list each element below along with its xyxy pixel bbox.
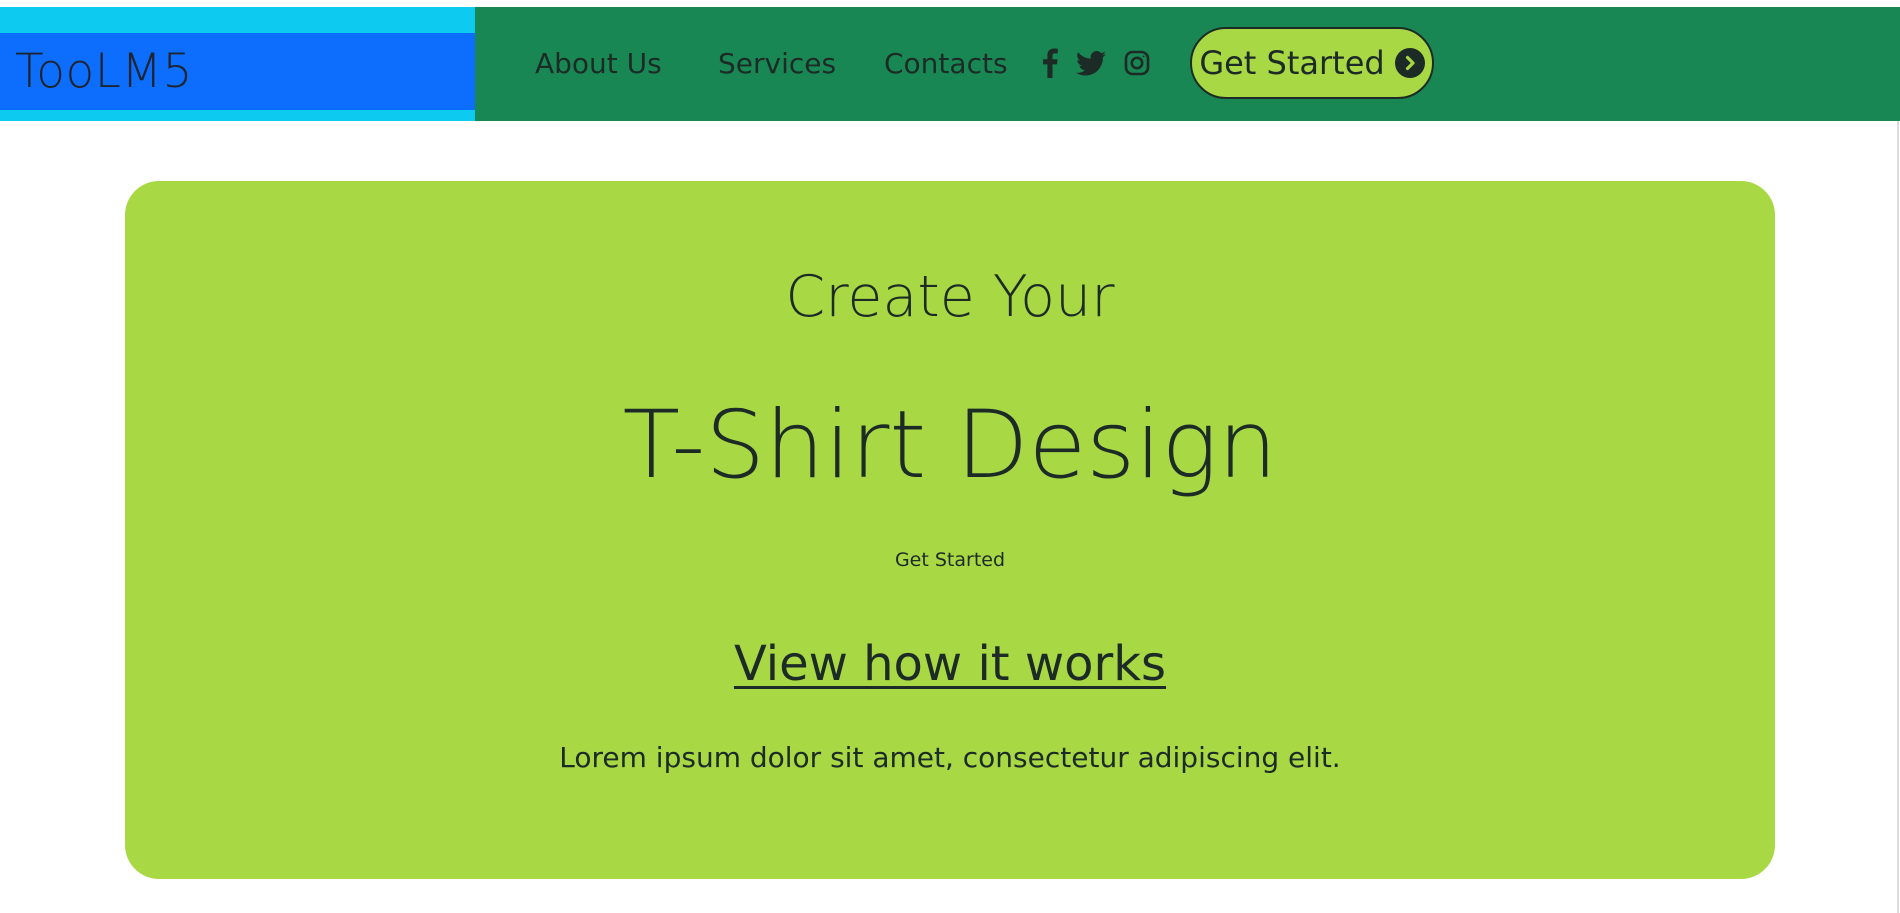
- get-started-button-label: Get Started: [1199, 44, 1385, 82]
- nav-link-services[interactable]: Services: [718, 7, 836, 121]
- brand-strip: TooLM5: [0, 7, 475, 121]
- facebook-icon[interactable]: [1035, 47, 1065, 79]
- hero-card: Create Your T-Shirt Design Get Started V…: [125, 181, 1775, 879]
- brand-logo-text[interactable]: TooLM5: [15, 44, 193, 99]
- hero-title: T-Shirt Design: [622, 391, 1278, 500]
- nav-link-about-us[interactable]: About Us: [535, 7, 662, 121]
- navbar: About Us Services Contacts Get Started: [475, 7, 1900, 121]
- get-started-button[interactable]: Get Started: [1190, 27, 1434, 99]
- page: TooLM5 About Us Services Contacts Get St…: [0, 0, 1900, 913]
- chevron-circle-right-icon: [1394, 48, 1425, 78]
- brand-bar[interactable]: TooLM5: [0, 33, 475, 110]
- hero-kicker: Create Your: [785, 264, 1115, 330]
- page-edge-divider: [1897, 121, 1899, 913]
- twitter-icon[interactable]: [1076, 47, 1106, 79]
- view-how-it-works-link[interactable]: View how it works: [125, 636, 1775, 692]
- hero-get-started-link[interactable]: Get Started: [125, 549, 1775, 571]
- nav-link-contacts[interactable]: Contacts: [884, 7, 1008, 121]
- instagram-icon[interactable]: [1122, 47, 1152, 79]
- hero-description: Lorem ipsum dolor sit amet, consectetur …: [559, 741, 1341, 774]
